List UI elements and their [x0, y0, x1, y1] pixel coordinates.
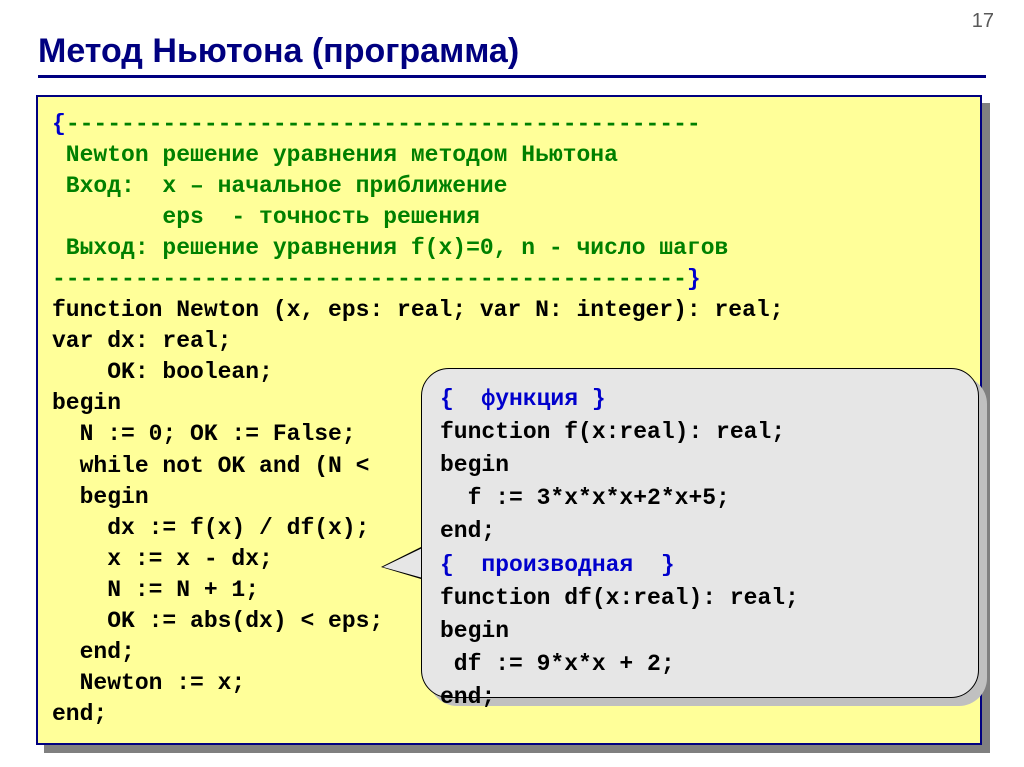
callout-line: df := 9*x*x + 2; [440, 651, 675, 677]
callout-line: f := 3*x*x*x+2*x+5; [440, 485, 730, 511]
code-line: end; [52, 639, 135, 665]
code-line: begin [52, 484, 149, 510]
callout-line: function df(x:real): real; [440, 585, 799, 611]
code-line: OK: boolean; [52, 359, 273, 385]
code-line: ----------------------------------------… [66, 111, 701, 137]
code-line: { [52, 111, 66, 137]
code-line: Выход: решение уравнения f(x)=0, n - чис… [52, 235, 728, 261]
callout-line: begin [440, 618, 509, 644]
code-line: ----------------------------------------… [52, 266, 687, 292]
slide-title: Метод Ньютона (программа) [38, 32, 986, 78]
code-line: end; [52, 701, 107, 727]
callout-line: function f(x:real): real; [440, 419, 785, 445]
code-line: Newton решение уравнения методом Ньютона [52, 142, 618, 168]
code-line: OK := abs(dx) < eps; [52, 608, 383, 634]
callout-box: { функция } function f(x:real): real; be… [421, 368, 979, 698]
code-line: Вход: x – начальное приближение [52, 173, 507, 199]
code-line: x := x - dx; [52, 546, 273, 572]
callout-line: begin [440, 452, 509, 478]
callout-line: end; [440, 684, 495, 710]
page-number: 17 [972, 10, 994, 33]
code-line: N := N + 1; [52, 577, 259, 603]
code-line: var dx: real; [52, 328, 231, 354]
code-line: eps - точность решения [52, 204, 480, 230]
code-line: function Newton (x, eps: real; var N: in… [52, 297, 784, 323]
callout-line: { функция } [440, 386, 606, 412]
code-line: begin [52, 390, 121, 416]
code-line: } [687, 266, 701, 292]
callout-line: { производная } [440, 552, 675, 578]
callout-line: end; [440, 518, 495, 544]
code-line: Newton := x; [52, 670, 245, 696]
code-line: while not OK and (N < [52, 453, 369, 479]
code-line: dx := f(x) / df(x); [52, 515, 369, 541]
code-line: N := 0; OK := False; [52, 421, 356, 447]
